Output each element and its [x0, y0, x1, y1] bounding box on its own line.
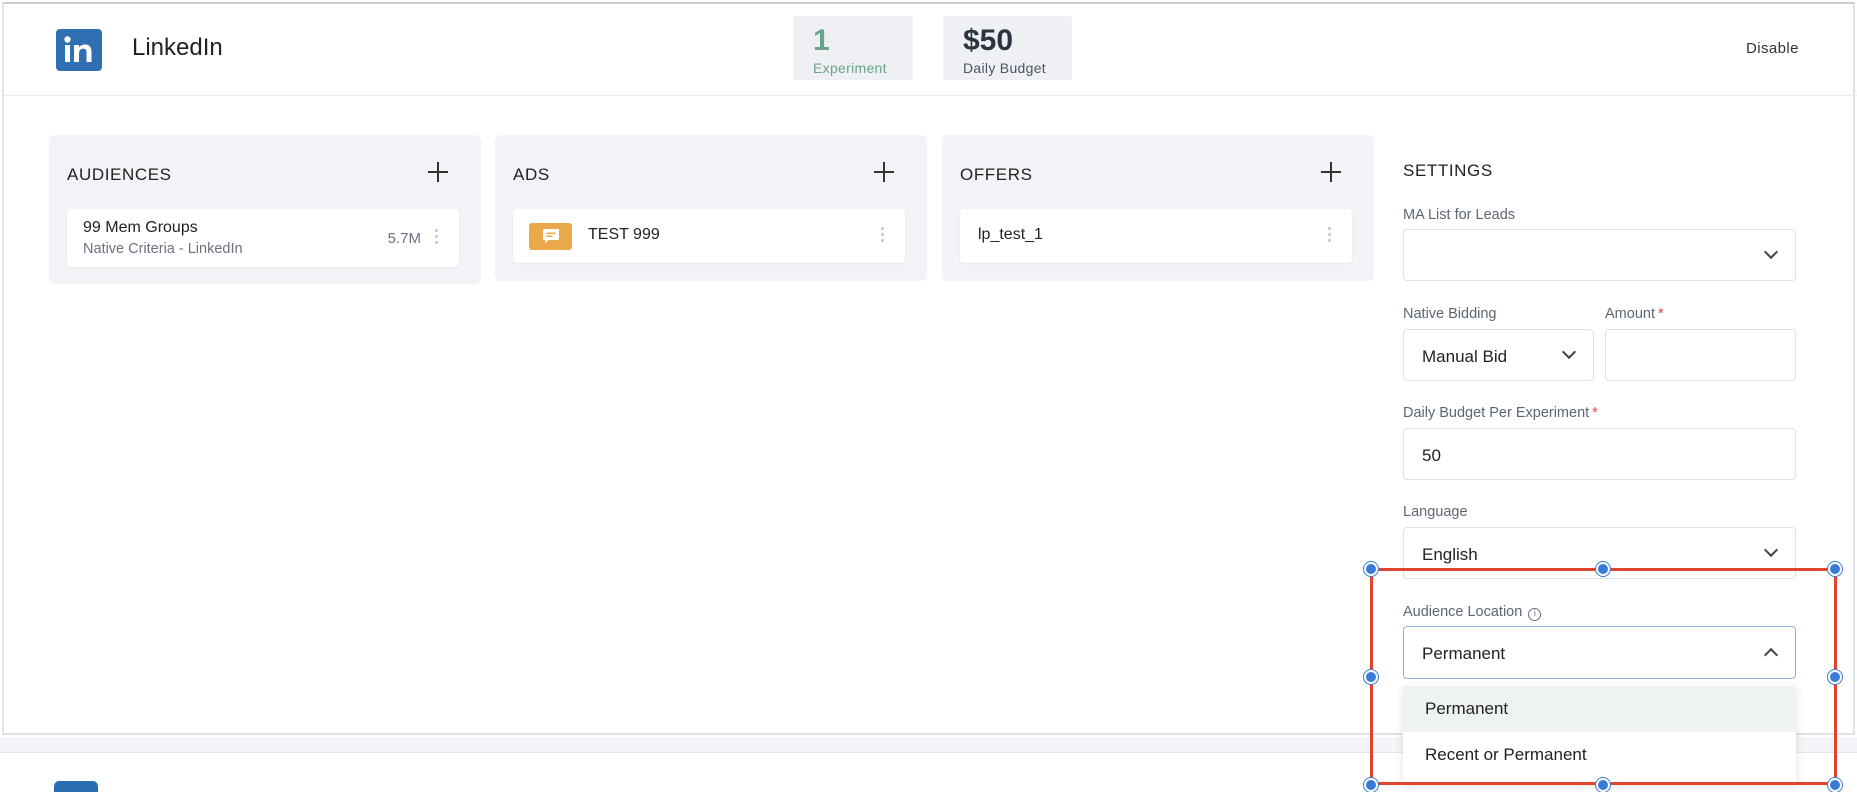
- language-label: Language: [1403, 504, 1468, 520]
- channel-header: LinkedIn 1 Experiment $50 Daily Budget D…: [4, 4, 1857, 96]
- kebab-menu-icon[interactable]: [881, 227, 885, 245]
- audience-location-dropdown: Permanent Recent or Permanent: [1403, 686, 1796, 783]
- add-ad-button[interactable]: [873, 161, 895, 183]
- ad-name: TEST 999: [588, 226, 660, 243]
- resize-handle[interactable]: [1596, 778, 1610, 792]
- resize-handle[interactable]: [1364, 778, 1378, 792]
- ad-card[interactable]: TEST 999: [513, 209, 905, 263]
- option-recent-or-permanent[interactable]: Recent or Permanent: [1403, 732, 1796, 778]
- audience-location-label: Audience Location i: [1403, 604, 1542, 621]
- audiences-column: AUDIENCES 99 Mem Groups Native Criteria …: [49, 135, 481, 284]
- daily-budget-label: Daily Budget: [963, 60, 1046, 76]
- app-title: LinkedIn: [132, 34, 223, 61]
- resize-handle[interactable]: [1828, 670, 1842, 684]
- ads-title: ADS: [513, 165, 550, 184]
- chevron-down-icon: [1561, 344, 1577, 360]
- add-audience-button[interactable]: [427, 161, 449, 183]
- offer-name: lp_test_1: [978, 226, 1043, 243]
- option-permanent[interactable]: Permanent: [1403, 686, 1796, 732]
- chevron-down-icon: [1763, 244, 1779, 260]
- chevron-up-icon: [1763, 647, 1779, 663]
- linkedin-logo-icon: [56, 29, 102, 71]
- disable-button[interactable]: Disable: [1746, 40, 1799, 57]
- offers-title: OFFERS: [960, 165, 1033, 184]
- ads-column: ADS TEST 999: [495, 135, 927, 281]
- audience-location-value: Permanent: [1422, 644, 1506, 663]
- audiences-title: AUDIENCES: [67, 165, 172, 184]
- native-bidding-label: Native Bidding: [1403, 306, 1497, 322]
- resize-handle[interactable]: [1828, 562, 1842, 576]
- required-marker: *: [1592, 405, 1598, 421]
- daily-budget-value: $50: [963, 24, 1014, 57]
- amount-label: Amount *: [1605, 306, 1664, 322]
- chevron-down-icon: [1763, 542, 1779, 558]
- kebab-menu-icon[interactable]: [435, 229, 439, 247]
- experiment-count-stat: 1 Experiment: [793, 16, 913, 80]
- resize-handle[interactable]: [1596, 562, 1610, 576]
- daily-budget-input-value: 50: [1422, 446, 1441, 465]
- settings-title: SETTINGS: [1403, 161, 1493, 180]
- audience-source: Native Criteria - LinkedIn: [83, 241, 243, 257]
- required-marker: *: [1657, 306, 1664, 322]
- audience-card[interactable]: 99 Mem Groups Native Criteria - LinkedIn…: [67, 209, 459, 267]
- audience-name: 99 Mem Groups: [83, 219, 198, 236]
- info-icon[interactable]: i: [1528, 608, 1542, 621]
- resize-handle[interactable]: [1364, 562, 1378, 576]
- native-bidding-select[interactable]: Manual Bid: [1403, 329, 1594, 381]
- experiment-count-label: Experiment: [813, 60, 887, 76]
- resize-handle[interactable]: [1364, 670, 1378, 684]
- daily-budget-stat: $50 Daily Budget: [943, 16, 1072, 80]
- kebab-menu-icon[interactable]: [1328, 227, 1332, 245]
- native-bidding-value: Manual Bid: [1422, 347, 1508, 366]
- daily-budget-per-experiment-label: Daily Budget Per Experiment *: [1403, 405, 1598, 421]
- audience-location-select[interactable]: Permanent: [1403, 626, 1796, 679]
- ma-list-label: MA List for Leads: [1403, 207, 1516, 223]
- experiment-count-value: 1: [813, 24, 830, 57]
- ma-list-select[interactable]: [1403, 229, 1796, 281]
- add-offer-button[interactable]: [1320, 161, 1342, 183]
- offer-card[interactable]: lp_test_1: [960, 209, 1352, 263]
- language-value: English: [1422, 545, 1478, 564]
- facebook-logo-icon: [54, 781, 98, 792]
- resize-handle[interactable]: [1828, 778, 1842, 792]
- amount-input[interactable]: [1605, 329, 1796, 381]
- offers-column: OFFERS lp_test_1: [942, 135, 1374, 281]
- daily-budget-input[interactable]: 50: [1403, 428, 1796, 480]
- chat-bubble-icon: [529, 223, 572, 250]
- audience-size: 5.7M: [387, 230, 421, 247]
